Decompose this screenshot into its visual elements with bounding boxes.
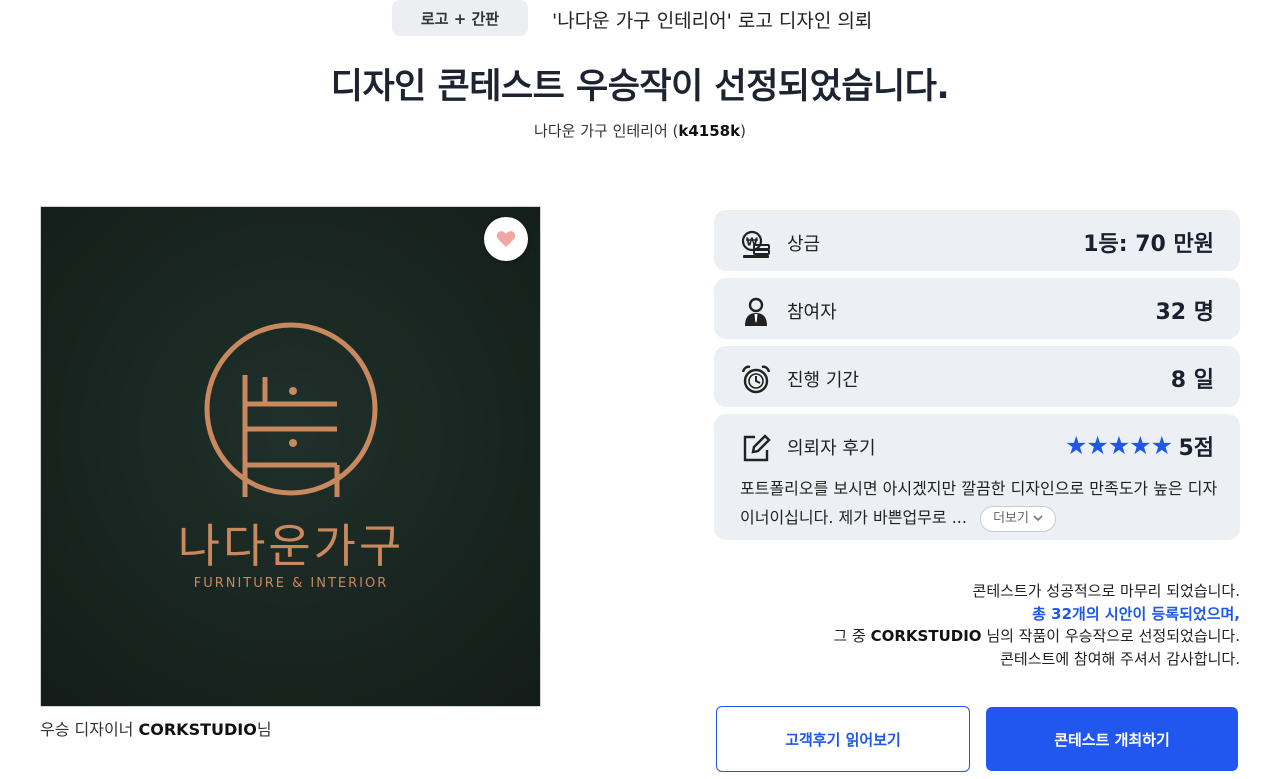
prize-value: 1등: 70 만원 [1083, 232, 1214, 257]
prize-label: 상금 [787, 234, 821, 255]
review-text: 포트폴리오를 보시면 아시겠지만 깔끔한 디자인으로 만족도가 높은 디자이너이… [740, 474, 1220, 532]
client-id: k4158k [678, 122, 741, 140]
svg-text:₩: ₩ [746, 236, 758, 249]
rating-text: 5점 [1178, 436, 1214, 461]
person-icon [745, 297, 767, 326]
logo-dot-bottom [289, 439, 297, 447]
logo-korean-text: 나다운가구 [178, 519, 405, 573]
client-line: 나다운 가구 인테리어 (k4158k) [0, 120, 1280, 141]
artwork-background [41, 207, 540, 706]
participants-label: 참여자 [787, 302, 837, 323]
completion-message: 콘테스트가 성공적으로 마무리 되었습니다. 총 32개의 시안이 등록되었으며… [833, 580, 1240, 670]
period-value: 8 일 [1170, 368, 1214, 393]
edit-icon [743, 434, 771, 462]
logo-dot-top [289, 387, 297, 395]
completion-line-3: 그 중 CORKSTUDIO 님의 작품이 우승작으로 선정되었습니다. [833, 625, 1240, 648]
client-close: ) [740, 122, 746, 140]
category-badge: 로고 + 간판 [392, 0, 528, 36]
completion-line-2: 총 32개의 시안이 등록되었으며, [1032, 604, 1240, 623]
participants-card: 참여자 32 명 [714, 278, 1240, 339]
read-reviews-button[interactable]: 고객후기 읽어보기 [716, 706, 970, 772]
rating-stars-icon: ★★★★★ [1064, 431, 1173, 460]
winner-suffix: 님 [256, 720, 272, 739]
logo-english-text: FURNITURE & INTERIOR [194, 576, 389, 591]
completion-line-1: 콘테스트가 성공적으로 마무리 되었습니다. [972, 582, 1240, 600]
heart-icon [496, 231, 516, 247]
period-card: 진행 기간 8 일 [714, 346, 1240, 407]
alarm-clock-icon [741, 365, 771, 394]
winner-name: CORKSTUDIO [138, 720, 257, 739]
period-label: 진행 기간 [787, 370, 859, 391]
page-title: 디자인 콘테스트 우승작이 선정되었습니다. [330, 67, 950, 107]
client-name: 나다운 가구 인테리어 ( [534, 122, 679, 140]
winning-artwork[interactable]: 나다운가구 FURNITURE & INTERIOR [40, 206, 541, 707]
winner-caption: 우승 디자이너 CORKSTUDIO님 [40, 716, 272, 740]
review-body: 포트폴리오를 보시면 아시겠지만 깔끔한 디자인으로 만족도가 높은 디자이너이… [740, 479, 1218, 527]
contest-header-row: 로고 + 간판 '나다운 가구 인테리어' 로고 디자인 의뢰 [0, 0, 1280, 38]
completion-line-4: 콘테스트에 참여해 주셔서 감사합니다. [1000, 649, 1240, 668]
logo-artwork-svg: 나다운가구 FURNITURE & INTERIOR [41, 207, 540, 706]
favorite-button[interactable] [484, 217, 528, 261]
contest-subject: '나다운 가구 인테리어' 로고 디자인 의뢰 [552, 10, 873, 32]
more-button[interactable]: 더보기 [980, 505, 1056, 532]
host-contest-button[interactable]: 콘테스트 개최하기 [986, 707, 1238, 771]
participants-value: 32 명 [1155, 300, 1214, 325]
completion-line-3-prefix: 그 중 [833, 627, 871, 645]
prize-card: ₩ 상금 1등: 70 만원 [714, 210, 1240, 271]
review-card: 의뢰자 후기 ★★★★★ 5점 포트폴리오를 보시면 아시겠지만 깔끔한 디자인… [714, 414, 1240, 540]
winner-prefix: 우승 디자이너 [40, 720, 139, 739]
completion-winner-name: CORKSTUDIO [870, 627, 982, 645]
review-label: 의뢰자 후기 [787, 438, 876, 459]
money-icon: ₩ [741, 230, 770, 258]
chevron-down-icon [1033, 515, 1043, 522]
completion-line-3-suffix: 님의 작품이 우승작으로 선정되었습니다. [981, 627, 1240, 645]
more-label: 더보기 [993, 511, 1029, 526]
